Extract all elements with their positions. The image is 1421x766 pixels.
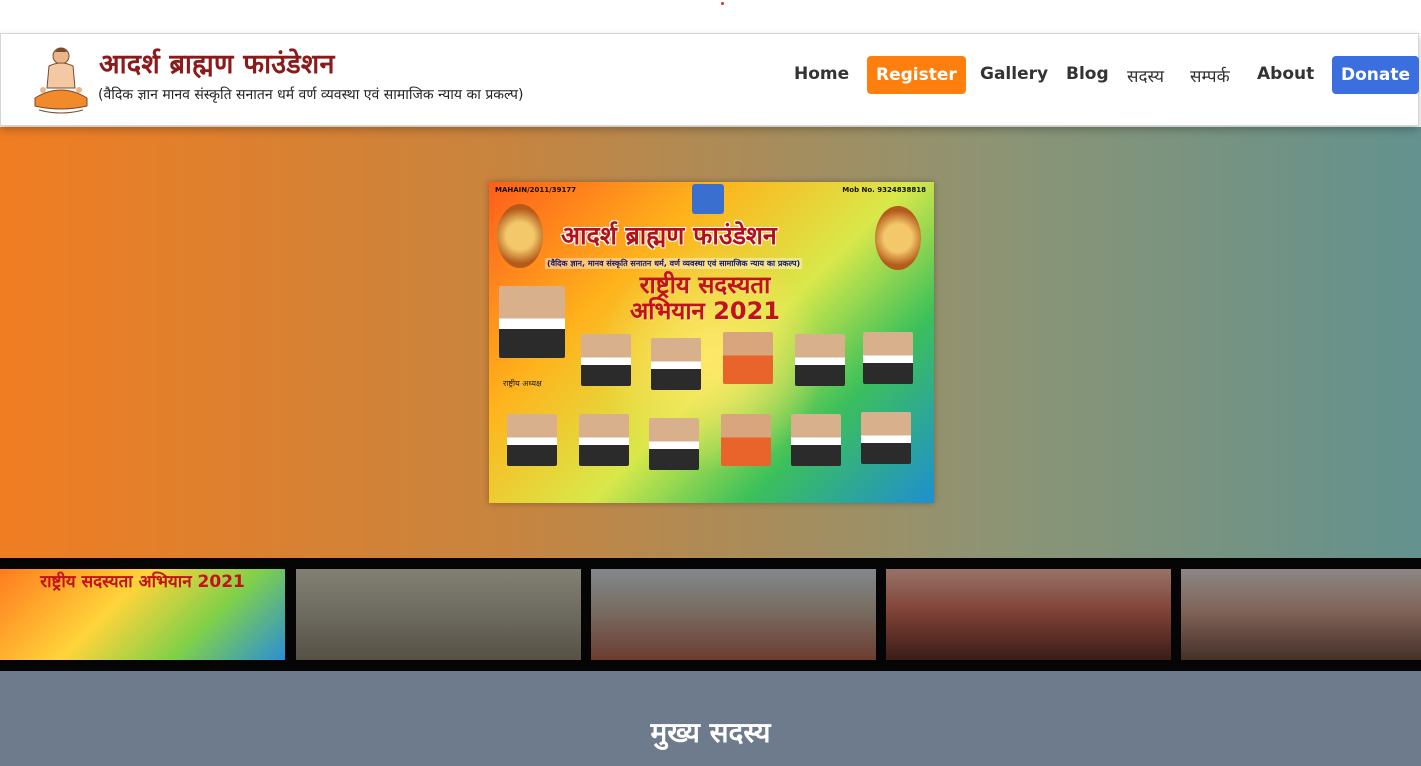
brand-tagline: (वैदिक ज्ञान मानव संस्कृति सनातन धर्म वर… <box>98 87 524 103</box>
nav-about[interactable]: About <box>1257 64 1314 84</box>
poster-campaign: राष्ट्रीय सदस्यता अभियान 2021 <box>585 272 825 324</box>
campaign-poster[interactable]: MAHAIN/2011/39177 Mob No. 9324838818 आदर… <box>489 182 934 503</box>
poster-deity-left <box>497 204 543 268</box>
poster-mobile: Mob No. 9324838818 <box>842 186 926 194</box>
poster-person <box>791 414 841 466</box>
poster-person <box>651 338 701 390</box>
thumbnail[interactable] <box>1181 569 1421 660</box>
navbar: आदर्श ब्राह्मण फाउंडेशन (वैदिक ज्ञान मान… <box>0 33 1420 126</box>
poster-person <box>507 414 557 466</box>
poster-person <box>579 414 629 466</box>
loading-dot <box>721 2 724 5</box>
thumbnail-dim <box>591 569 876 660</box>
poster-person <box>723 332 773 384</box>
poster-temple-icon <box>692 184 724 214</box>
nav-home[interactable]: Home <box>794 64 849 84</box>
thumbnail-dim <box>886 569 1171 660</box>
register-button[interactable]: Register <box>867 56 966 94</box>
poster-person <box>861 412 911 464</box>
poster-person <box>499 286 565 358</box>
thumbnail-strip: राष्ट्रीय सदस्यता अभियान 2021 <box>0 558 1421 671</box>
meditating-sage-icon[interactable] <box>29 42 93 114</box>
poster-title: आदर्श ब्राह्मण फाउंडेशन <box>561 221 777 250</box>
poster-person <box>581 334 631 386</box>
members-section: मुख्य सदस्य <box>0 671 1421 766</box>
thumbnail[interactable]: राष्ट्रीय सदस्यता अभियान 2021 <box>0 569 285 660</box>
top-strip <box>0 0 1421 33</box>
thumbnail[interactable] <box>296 569 581 660</box>
poster-lead-caption: राष्ट्रीय अध्यक्ष <box>503 379 542 388</box>
thumbnail[interactable] <box>591 569 876 660</box>
nav-members[interactable]: सदस्य <box>1127 64 1164 87</box>
nav-contact[interactable]: सम्पर्क <box>1190 64 1230 87</box>
thumbnail-dim <box>296 569 581 660</box>
poster-person <box>795 334 845 386</box>
poster-person <box>863 332 913 384</box>
thumbnail-dim <box>1181 569 1421 660</box>
poster-subtitle: (वैदिक ज्ञान, मानव संस्कृति सनातन धर्म, … <box>545 258 803 269</box>
brand-title[interactable]: आदर्श ब्राह्मण फाउंडेशन <box>99 44 335 81</box>
poster-person <box>721 414 771 466</box>
nav-gallery[interactable]: Gallery <box>980 64 1048 84</box>
poster-reg-no: MAHAIN/2011/39177 <box>495 186 577 194</box>
nav-blog[interactable]: Blog <box>1066 64 1109 84</box>
thumbnail-label: राष्ट्रीय सदस्यता अभियान 2021 <box>40 572 245 592</box>
poster-campaign-line2: अभियान 2021 <box>629 297 781 325</box>
poster-campaign-line1: राष्ट्रीय सदस्यता <box>639 271 771 299</box>
donate-button[interactable]: Donate <box>1332 56 1420 94</box>
thumbnail[interactable] <box>886 569 1171 660</box>
hero-banner: MAHAIN/2011/39177 Mob No. 9324838818 आदर… <box>0 127 1421 558</box>
poster-deity-right <box>875 206 921 270</box>
poster-person <box>649 418 699 470</box>
section-title: मुख्य सदस्य <box>650 716 771 749</box>
